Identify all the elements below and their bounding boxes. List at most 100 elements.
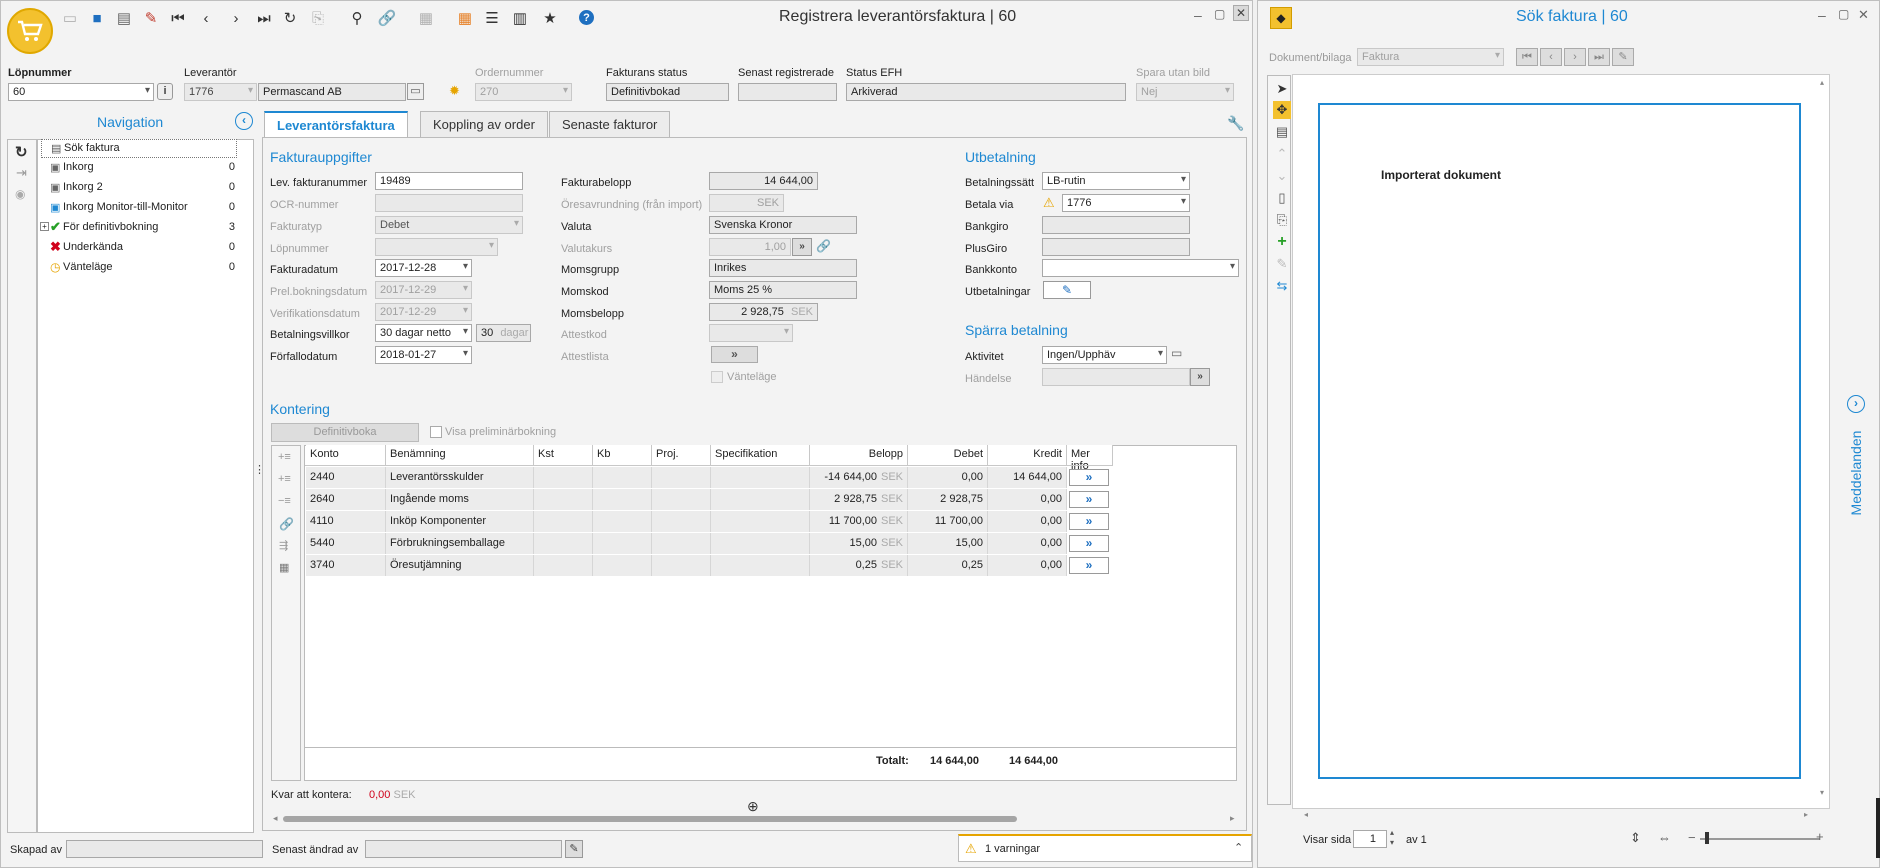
favorite-icon[interactable]: ★: [541, 9, 559, 27]
cell-debet[interactable]: 0,25: [908, 555, 988, 576]
attestlista-button[interactable]: »: [711, 346, 758, 363]
cell-kredit[interactable]: 0,00: [988, 555, 1067, 576]
cell-empty[interactable]: [711, 489, 810, 510]
cell-konto[interactable]: 5440: [306, 533, 386, 554]
betalningssatt-field[interactable]: LB-rutin: [1042, 172, 1190, 190]
lev-fakturanummer-field[interactable]: 19489: [375, 172, 523, 190]
oresavrundning-field[interactable]: SEK: [709, 194, 784, 212]
link-icon[interactable]: 🔗: [816, 239, 831, 253]
hscroll-right-icon[interactable]: ▸: [1804, 810, 1808, 819]
fit-height-icon[interactable]: ⇕: [1630, 830, 1641, 846]
cell-empty[interactable]: [593, 555, 652, 576]
append-row-icon[interactable]: +≡: [278, 473, 291, 485]
aktivitet-comment-icon[interactable]: ▭: [1171, 346, 1182, 360]
cell-konto[interactable]: 2640: [306, 489, 386, 510]
cell-konto[interactable]: 4110: [306, 511, 386, 532]
bankkonto-field[interactable]: [1042, 259, 1239, 277]
settings-icon[interactable]: ☰: [483, 9, 501, 27]
cell-empty[interactable]: [593, 489, 652, 510]
col-kst[interactable]: Kst: [534, 445, 593, 465]
add-icon[interactable]: +: [1273, 233, 1291, 251]
nav-item-underkanda[interactable]: ✖ Underkända 0: [41, 239, 237, 258]
verifikationsdatum-field[interactable]: 2017-12-29: [375, 303, 472, 321]
next-icon[interactable]: ›: [227, 9, 245, 27]
erase-icon[interactable]: ✎: [1273, 255, 1291, 273]
col-belopp[interactable]: Belopp: [810, 445, 908, 465]
cell-empty[interactable]: [652, 555, 711, 576]
cell-belopp[interactable]: 11 700,00 SEK: [810, 511, 908, 532]
save-icon[interactable]: ■: [88, 9, 106, 27]
zoom-out-icon[interactable]: −: [1688, 830, 1696, 845]
info-icon[interactable]: i: [157, 83, 173, 100]
mer-info-button[interactable]: »: [1069, 469, 1109, 486]
remove-row-icon[interactable]: −≡: [278, 495, 291, 507]
ocr-field[interactable]: [375, 194, 523, 212]
lopnummer-field[interactable]: 60: [8, 83, 154, 101]
cell-konto[interactable]: 3740: [306, 555, 386, 576]
scroll-right-icon[interactable]: ▸: [1230, 813, 1235, 824]
save-as-icon[interactable]: ▤: [115, 9, 133, 27]
viewer-last-icon[interactable]: ⏭: [1588, 48, 1610, 66]
distribute-icon[interactable]: ⇶: [279, 539, 288, 552]
spara-field[interactable]: Nej: [1136, 83, 1234, 101]
nav-refresh-icon[interactable]: ↻: [15, 143, 28, 161]
cell-empty[interactable]: [711, 533, 810, 554]
col-kb[interactable]: Kb: [593, 445, 652, 465]
last-icon[interactable]: ⏭: [255, 9, 273, 27]
close-button[interactable]: ✕: [1233, 5, 1249, 21]
cell-belopp[interactable]: 2 928,75 SEK: [810, 489, 908, 510]
viewer-maximize-button[interactable]: ▢: [1838, 7, 1849, 21]
prev-icon[interactable]: ‹: [197, 9, 215, 27]
cell-empty[interactable]: [534, 511, 593, 532]
search-icon[interactable]: ⚲: [348, 9, 366, 27]
warnings-bar[interactable]: ⚠ 1 varningar ⌃: [958, 834, 1252, 862]
nav-login-icon[interactable]: ⇥: [16, 165, 27, 181]
forfallodatum-field[interactable]: 2018-01-27: [375, 346, 472, 364]
betalningsvillkor-field[interactable]: 30 dagar netto: [375, 324, 472, 342]
col-debet[interactable]: Debet: [908, 445, 988, 465]
hscroll-left-icon[interactable]: ◂: [1304, 810, 1308, 819]
viewer-edit-icon[interactable]: ✎: [1612, 48, 1634, 66]
zoom-slider[interactable]: [1700, 838, 1820, 840]
edit-note-icon[interactable]: ✎: [565, 840, 583, 858]
cell-debet[interactable]: 11 700,00: [908, 511, 988, 532]
cell-empty[interactable]: [534, 489, 593, 510]
find-doc-icon[interactable]: ▯: [1273, 189, 1291, 207]
calculator-icon[interactable]: ▦: [279, 561, 289, 574]
page-spinner-icon[interactable]: ▴ ▾: [1390, 828, 1394, 848]
up-icon[interactable]: ⌃: [1273, 145, 1291, 163]
lopnummer-inner-field[interactable]: [375, 238, 498, 256]
cell-belopp[interactable]: 0,25 SEK: [810, 555, 908, 576]
zoom-in-icon[interactable]: +: [1816, 829, 1824, 844]
viewer-prev-icon[interactable]: ‹: [1540, 48, 1562, 66]
cell-benamning[interactable]: Leverantörsskulder: [386, 467, 534, 488]
viewer-vscrollbar[interactable]: ▴ ▾: [1818, 78, 1830, 798]
handelse-more-icon[interactable]: »: [1190, 368, 1210, 386]
col-konto[interactable]: Konto: [306, 445, 386, 465]
mer-info-button[interactable]: »: [1069, 513, 1109, 530]
tab-leverantorsfaktura[interactable]: Leverantörsfaktura: [264, 111, 408, 138]
fit-width-icon[interactable]: ⇔: [1658, 830, 1671, 845]
meddelanden-expand-icon[interactable]: ›: [1847, 395, 1865, 413]
zoom-slider-thumb[interactable]: [1705, 832, 1709, 844]
lightbulb-icon[interactable]: ✹: [449, 83, 460, 99]
down-icon[interactable]: ⌄: [1273, 167, 1291, 185]
page-number-field[interactable]: 1: [1353, 830, 1387, 848]
cell-kredit[interactable]: 0,00: [988, 511, 1067, 532]
fakturadatum-field[interactable]: 2017-12-28: [375, 259, 472, 277]
cell-empty[interactable]: [652, 467, 711, 488]
visa-preliminarbokning-checkbox[interactable]: [430, 426, 442, 438]
col-mer-info[interactable]: Mer info: [1067, 445, 1113, 472]
warnings-collapse-icon[interactable]: ⌃: [1234, 841, 1243, 854]
cell-empty[interactable]: [534, 555, 593, 576]
betala-via-field[interactable]: 1776: [1062, 194, 1190, 212]
scan-icon[interactable]: ▤: [1273, 123, 1291, 141]
cell-empty[interactable]: [593, 511, 652, 532]
pan-icon[interactable]: ✥: [1273, 101, 1291, 119]
cell-debet[interactable]: 0,00: [908, 467, 988, 488]
nav-item-vantelage[interactable]: ◷ Vänteläge 0: [41, 259, 237, 278]
leverantor-id-field[interactable]: 1776: [184, 83, 257, 101]
col-kredit[interactable]: Kredit: [988, 445, 1067, 465]
app-logo[interactable]: [7, 8, 53, 54]
nav-item-for-definitivbokning[interactable]: + ✔ För definitivbokning 3: [40, 219, 237, 238]
